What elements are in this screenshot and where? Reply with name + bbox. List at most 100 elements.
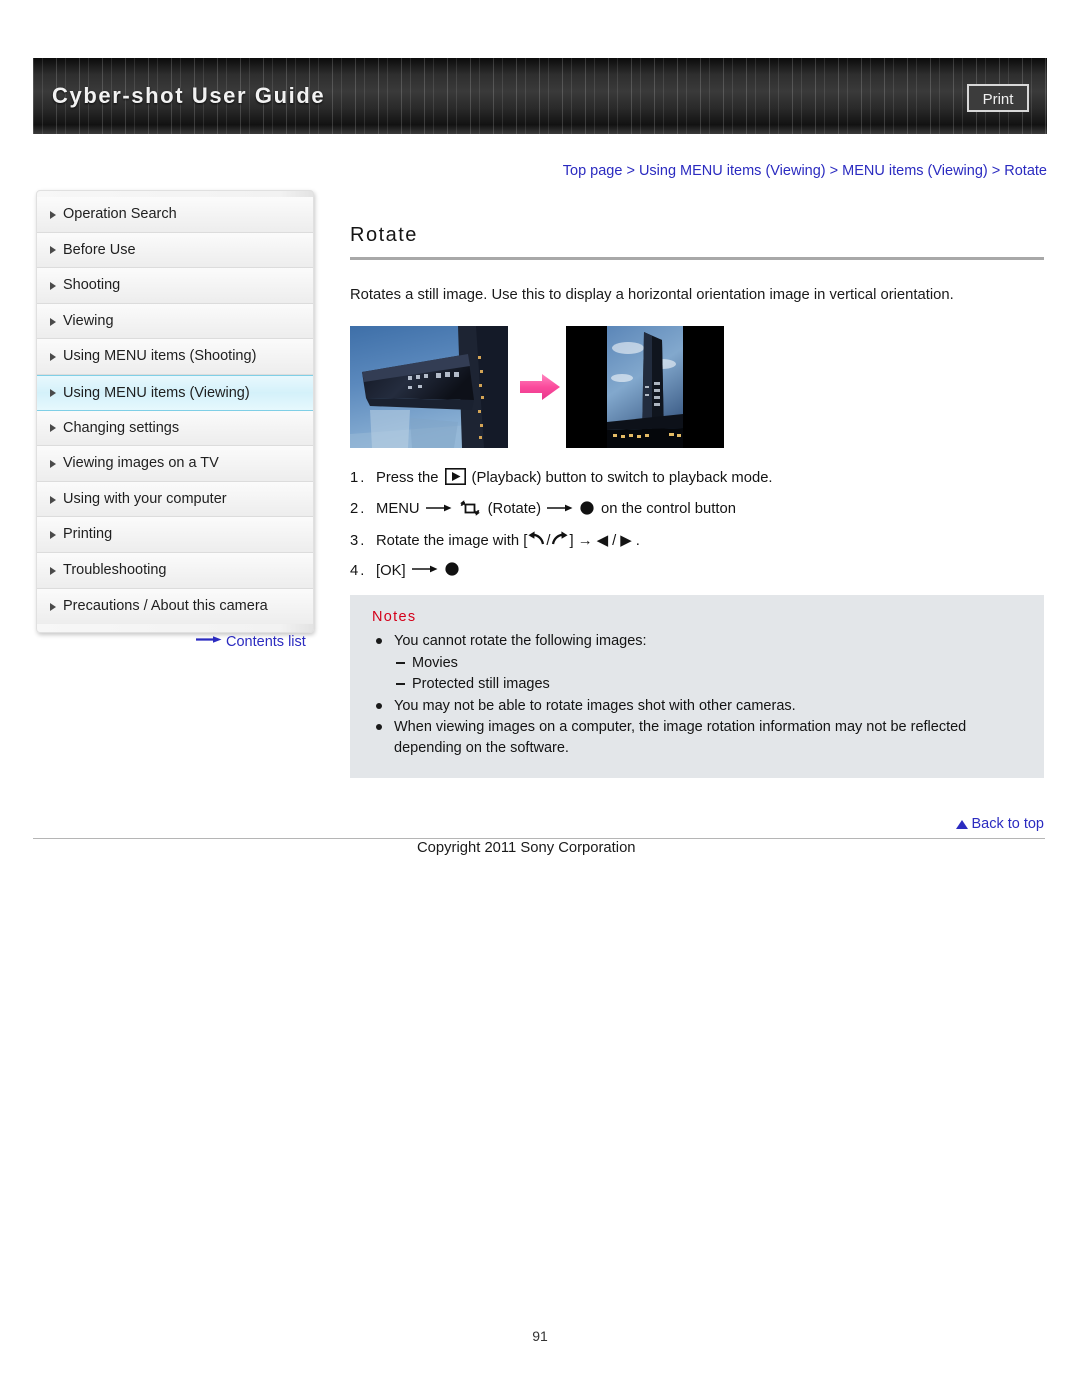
notes-box: Notes You cannot rotate the following im… [350,595,1044,778]
step-text-pre: Press the [376,469,439,486]
sidebar-item-viewing-images-on-a-tv[interactable]: Viewing images on a TV [37,446,313,482]
sidebar-item-printing[interactable]: Printing [37,517,313,553]
triangle-right-icon [50,566,56,575]
note-item: When viewing images on a computer, the i… [372,717,1026,760]
sidebar-item-label: Using MENU items (Shooting) [63,348,257,365]
note-subitem: Protected still images [372,674,1026,695]
sidebar-item-using-menu-items-shooting[interactable]: Using MENU items (Shooting) [37,339,313,375]
rotate-icon [458,499,482,521]
step-text-pre: MENU [376,501,420,518]
rotation-arrow-icon [520,372,560,402]
note-subtext: Protected still images [412,676,550,693]
bullet-icon [376,638,382,645]
step-number: 1. [350,469,367,486]
triangle-up-icon [956,820,969,829]
contents-list-label: Contents list [226,634,306,650]
note-text: When viewing images on a computer, the i… [394,718,967,757]
breadcrumb[interactable]: Top page > Using MENU items (Viewing) > … [563,163,1047,179]
back-to-top-label: Back to top [971,816,1044,832]
contents-list-link[interactable]: Contents list [196,634,306,650]
triangle-right-icon [50,317,56,326]
footer-divider [33,838,1045,839]
dash-icon [396,683,405,686]
breadcrumb-separator: > [829,163,839,179]
note-item: You may not be able to rotate images sho… [372,696,1026,717]
step-text-pre: [OK] [376,562,406,579]
note-text: You may not be able to rotate images sho… [394,697,796,714]
step-text-pre: Rotate the image with [ [376,532,528,549]
rotate-illustration [350,325,1044,456]
note-item: You cannot rotate the following images: [372,631,1026,652]
step-number: 4. [350,562,367,579]
note-subtext: Movies [412,654,458,671]
triangle-right-icon [50,531,56,540]
breadcrumb-item-using-menu-items-viewing[interactable]: Using MENU items (Viewing) [639,163,826,179]
arrow-right-icon [411,563,438,579]
bullet-icon [376,723,382,730]
sidebar-item-label: Before Use [63,241,136,258]
sidebar-item-label: Printing [63,526,113,543]
arrow-right-icon [196,633,222,649]
sidebar-item-viewing[interactable]: Viewing [37,303,313,340]
triangle-right-icon [50,389,56,398]
rotate-counterclockwise-icon [527,530,546,552]
step-number: 2. [350,501,367,518]
triangle-right-icon [50,495,56,504]
triangle-right-icon [50,602,56,611]
notes-title: Notes [372,609,417,626]
step-text-mid: (Rotate) [487,501,542,518]
breadcrumb-item-menu-items-viewing[interactable]: MENU items (Viewing) [842,163,988,179]
intro-paragraph: Rotates a still image. Use this to displ… [350,287,954,303]
step-text-post: ] → ◀ / ▶ . [569,532,640,549]
triangle-right-icon [50,246,56,255]
title-divider [350,257,1044,260]
step-text-post: (Playback) button to switch to playback … [471,469,773,486]
playback-icon [444,467,466,489]
note-subitem: Movies [372,653,1026,674]
triangle-right-icon [50,459,56,468]
sidebar-item-using-with-your-computer[interactable]: Using with your computer [37,481,313,518]
photo-before-rotation [350,325,508,448]
note-text: You cannot rotate the following images: [394,633,647,650]
step-3: 3. Rotate the image with [ / ] → ◀ / ▶ . [350,530,1044,552]
triangle-right-icon [50,424,56,433]
triangle-right-icon [50,210,56,219]
sidebar-item-changing-settings[interactable]: Changing settings [37,410,313,447]
sidebar-item-label: Using with your computer [63,490,227,507]
arrow-right-icon [547,502,573,518]
sidebar-item-label: Viewing images on a TV [63,455,219,472]
sidebar-nav: Operation Search Before Use Shooting Vie… [36,190,314,634]
sidebar-item-before-use[interactable]: Before Use [37,232,313,269]
center-button-icon [579,500,595,520]
sidebar-item-label: Operation Search [63,206,177,222]
sidebar-item-label: Using MENU items (Viewing) [63,384,250,401]
sidebar-item-label: Troubleshooting [63,561,167,578]
page-title: Rotate [350,224,418,246]
step-2: 2. MENU (Rotate) on the control button [350,499,1044,521]
dash-icon [396,661,405,664]
app-header: Cyber-shot User Guide Print [33,58,1047,134]
triangle-right-icon [50,281,56,290]
sidebar-item-label: Changing settings [63,419,180,436]
sidebar-item-troubleshooting[interactable]: Troubleshooting [37,552,313,589]
breadcrumb-separator: > [626,163,635,179]
breadcrumb-item-top-page[interactable]: Top page [563,163,623,179]
arrow-right-icon [425,502,452,518]
sidebar-item-shooting[interactable]: Shooting [37,268,313,304]
breadcrumb-item-rotate[interactable]: Rotate [1004,163,1047,179]
center-button-icon [444,561,460,581]
sidebar-item-precautions-about-this-camera[interactable]: Precautions / About this camera [37,588,313,625]
step-number: 3. [350,532,367,549]
app-title: Cyber-shot User Guide [52,83,326,108]
sidebar-item-operation-search[interactable]: Operation Search [37,197,313,233]
step-4: 4. [OK] [350,561,1044,581]
back-to-top-link[interactable]: Back to top [350,816,1044,832]
sidebar-item-label: Viewing [63,312,114,329]
print-button[interactable]: Print [967,84,1029,112]
photo-after-rotation [566,325,724,448]
triangle-right-icon [50,353,56,362]
sidebar-item-using-menu-items-viewing[interactable]: Using MENU items (Viewing) [37,374,313,411]
steps-list: 1. Press the (Playback) button to switch… [350,467,1044,581]
copyright-text: Copyright 2011 Sony Corporation [417,840,636,856]
step-text-post: on the control button [601,501,736,518]
